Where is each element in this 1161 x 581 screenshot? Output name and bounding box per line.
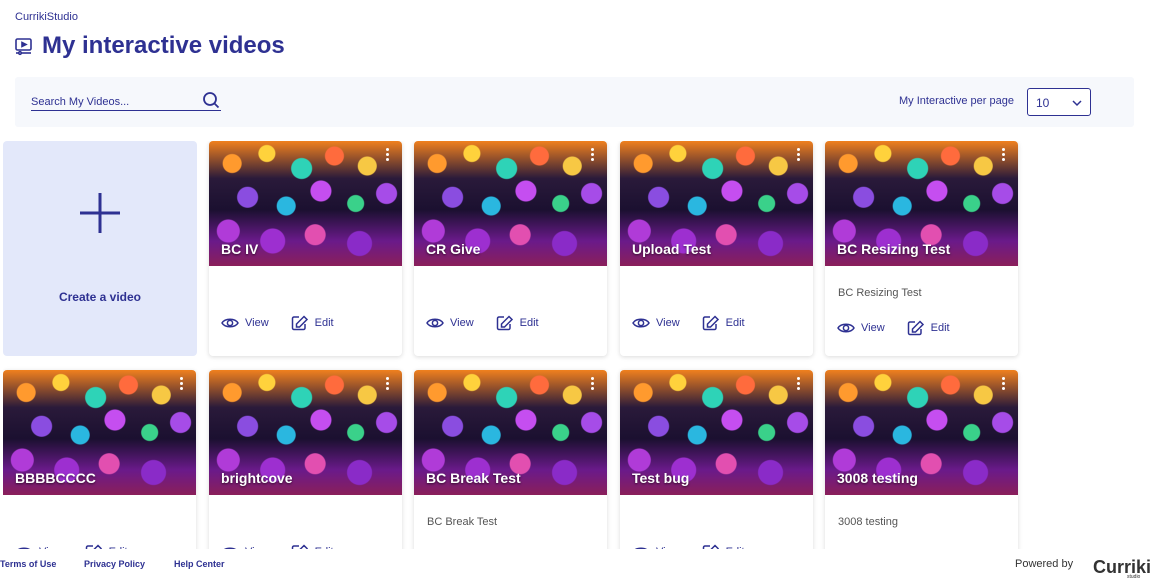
video-thumbnail[interactable]: BC Resizing Test (825, 141, 1018, 266)
video-thumbnail[interactable]: Test bug (620, 370, 813, 495)
create-video-label: Create a video (58, 290, 142, 304)
search-input[interactable] (31, 91, 196, 109)
toolbar: My Interactive per page 10 (15, 77, 1134, 127)
kebab-menu-icon[interactable] (1002, 148, 1006, 162)
video-thumbnail[interactable]: BBBBCCCC (3, 370, 196, 495)
video-card[interactable]: Upload Test View Edit (620, 141, 813, 356)
curriki-logo: Curriki studio (1091, 553, 1152, 580)
view-label: View (656, 317, 680, 329)
video-description: 3008 testing (838, 516, 898, 528)
video-thumbnail[interactable]: 3008 testing (825, 370, 1018, 495)
view-label: View (861, 322, 885, 334)
video-description: BC Resizing Test (838, 287, 922, 299)
create-video-card[interactable]: Create a video (3, 141, 197, 356)
video-thumbnail[interactable]: BC IV (209, 141, 402, 266)
card-actions: View Edit (632, 315, 745, 331)
search-icon[interactable] (202, 91, 220, 109)
video-card[interactable]: BC Break TestBC Break TestViewEdit (414, 370, 607, 549)
video-title: Test bug (632, 470, 690, 486)
edit-icon (907, 320, 924, 336)
edit-label: Edit (725, 317, 745, 329)
video-title: BC Break Test (426, 470, 521, 486)
edit-button[interactable]: Edit (291, 315, 334, 331)
per-page-label: My Interactive per page (899, 95, 1014, 107)
card-actions: View Edit (837, 320, 950, 336)
edit-icon (496, 315, 513, 331)
terms-link[interactable]: Terms of Use (0, 559, 56, 569)
logo-text: Curriki (1093, 557, 1152, 577)
video-title: BC Resizing Test (837, 241, 951, 257)
powered-by-text: Powered by (1015, 558, 1074, 570)
card-actions: View Edit (426, 315, 539, 331)
view-button[interactable]: View (221, 315, 269, 331)
edit-label: Edit (930, 322, 950, 334)
eye-icon (221, 318, 239, 328)
view-button[interactable]: View (837, 320, 885, 336)
privacy-link[interactable]: Privacy Policy (84, 559, 145, 569)
video-thumbnail[interactable]: BC Break Test (414, 370, 607, 495)
edit-button[interactable]: Edit (907, 320, 950, 336)
edit-button[interactable]: Edit (496, 315, 539, 331)
search-box (31, 91, 221, 111)
page-header: My interactive videos (14, 32, 285, 60)
video-title: CR Give (426, 241, 481, 257)
video-grid: Create a video BC IV View Edit CR Give View E… (3, 141, 1033, 549)
video-card[interactable]: BC Resizing Test BC Resizing Test View Edit (825, 141, 1018, 356)
video-thumbnail[interactable]: CR Give (414, 141, 607, 266)
edit-icon (291, 315, 308, 331)
breadcrumb[interactable]: CurrikiStudio (15, 11, 78, 23)
video-description: BC Break Test (427, 516, 498, 528)
eye-icon (837, 323, 855, 333)
plus-icon (80, 193, 120, 233)
per-page-value: 10 (1036, 96, 1050, 110)
video-title: BBBBCCCC (15, 470, 96, 486)
kebab-menu-icon[interactable] (386, 377, 390, 391)
video-card[interactable]: BBBBCCCCViewEdit (3, 370, 196, 549)
kebab-menu-icon[interactable] (1002, 377, 1006, 391)
view-button[interactable]: View (426, 315, 474, 331)
card-actions: View Edit (221, 315, 334, 331)
video-card[interactable]: BC IV View Edit (209, 141, 402, 356)
video-title: 3008 testing (837, 470, 918, 486)
kebab-menu-icon[interactable] (591, 377, 595, 391)
kebab-menu-icon[interactable] (797, 148, 801, 162)
per-page-select[interactable]: 10 (1027, 88, 1091, 116)
kebab-menu-icon[interactable] (180, 377, 184, 391)
video-library-icon (15, 38, 32, 56)
video-thumbnail[interactable]: brightcove (209, 370, 402, 495)
edit-label: Edit (314, 317, 334, 329)
edit-button[interactable]: Edit (702, 315, 745, 331)
eye-icon (632, 318, 650, 328)
video-title: BC IV (221, 241, 259, 257)
edit-label: Edit (519, 317, 539, 329)
video-card[interactable]: brightcoveViewEdit (209, 370, 402, 549)
video-thumbnail[interactable]: Upload Test (620, 141, 813, 266)
view-label: View (450, 317, 474, 329)
video-card[interactable]: 3008 testing3008 testingViewEdit (825, 370, 1018, 549)
kebab-menu-icon[interactable] (797, 377, 801, 391)
kebab-menu-icon[interactable] (386, 148, 390, 162)
video-card[interactable]: CR Give View Edit (414, 141, 607, 356)
footer: Terms of Use Privacy Policy Help Center … (0, 549, 1161, 581)
eye-icon (426, 318, 444, 328)
video-card[interactable]: Test bugViewEdit (620, 370, 813, 549)
edit-icon (702, 315, 719, 331)
view-button[interactable]: View (632, 315, 680, 331)
page-title: My interactive videos (42, 32, 285, 59)
video-title: Upload Test (632, 241, 712, 257)
video-title: brightcove (221, 470, 293, 486)
logo-subtext: studio (1127, 574, 1141, 580)
view-label: View (245, 317, 269, 329)
help-center-link[interactable]: Help Center (174, 559, 225, 569)
kebab-menu-icon[interactable] (591, 148, 595, 162)
chevron-down-icon (1072, 100, 1082, 107)
